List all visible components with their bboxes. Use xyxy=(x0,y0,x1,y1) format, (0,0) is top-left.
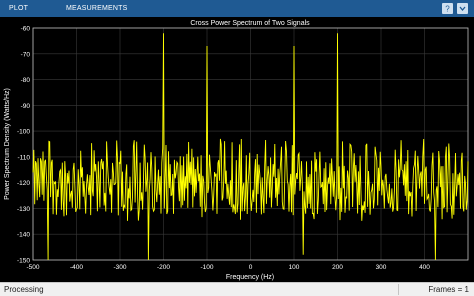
y-tick-label: -70 xyxy=(21,51,31,58)
y-tick-label: -80 xyxy=(21,77,31,84)
status-text: Processing xyxy=(4,285,44,294)
y-tick-label: -90 xyxy=(21,103,31,110)
x-tick-label: -200 xyxy=(157,264,170,271)
y-tick-label: -110 xyxy=(17,154,30,161)
y-tick-label: -140 xyxy=(17,232,30,239)
x-axis-label: Frequency (Hz) xyxy=(226,274,274,281)
expand-icon[interactable] xyxy=(457,3,468,14)
toolstrip: PLOT MEASUREMENTS ? xyxy=(0,0,474,17)
frames-counter: Frames = 1 xyxy=(428,285,469,294)
status-divider xyxy=(398,284,399,295)
x-tick-label: 200 xyxy=(332,264,343,271)
svg-text:?: ? xyxy=(445,5,450,14)
grid-lines xyxy=(32,27,468,261)
tab-measurements[interactable]: MEASUREMENTS xyxy=(66,0,127,17)
x-tick-label: 400 xyxy=(419,264,430,271)
x-tick-label: -400 xyxy=(70,264,83,271)
x-tick-label: 100 xyxy=(289,264,300,271)
y-tick-label: -100 xyxy=(17,129,30,136)
scope-figure: -60 -70 -80 -90 -100 -110 -120 -130 -140 -150 -50… xyxy=(0,17,474,282)
toolstrip-icons: ? xyxy=(442,3,468,14)
help-icon[interactable]: ? xyxy=(442,3,453,14)
status-bar: Processing Frames = 1 xyxy=(0,282,474,296)
x-tick-label: -300 xyxy=(113,264,126,271)
x-tick-label: -100 xyxy=(200,264,213,271)
x-tick-label: 300 xyxy=(376,264,387,271)
spectrum-plot[interactable]: -60-70-80-90-100-110-120-130-140-150 -50… xyxy=(0,17,474,282)
x-tick-label: -500 xyxy=(26,264,39,271)
y-tick-labels: -60-70-80-90-100-110-120-130-140-150 xyxy=(17,26,30,265)
y-tick-label: -130 xyxy=(17,206,30,213)
y-tick-label: -120 xyxy=(17,180,30,187)
chart-title: Cross Power Spectrum of Two Signals xyxy=(190,20,310,27)
y-tick-label: -60 xyxy=(21,26,31,33)
y-axis-label: Power Spectrum Density (Watts/Hz) xyxy=(4,88,11,200)
x-tick-label: 0 xyxy=(249,264,253,271)
x-tick-labels: -500 -400 -300 -200 -100 0 100 200 300 400 xyxy=(26,264,430,271)
tab-plot[interactable]: PLOT xyxy=(6,0,41,17)
